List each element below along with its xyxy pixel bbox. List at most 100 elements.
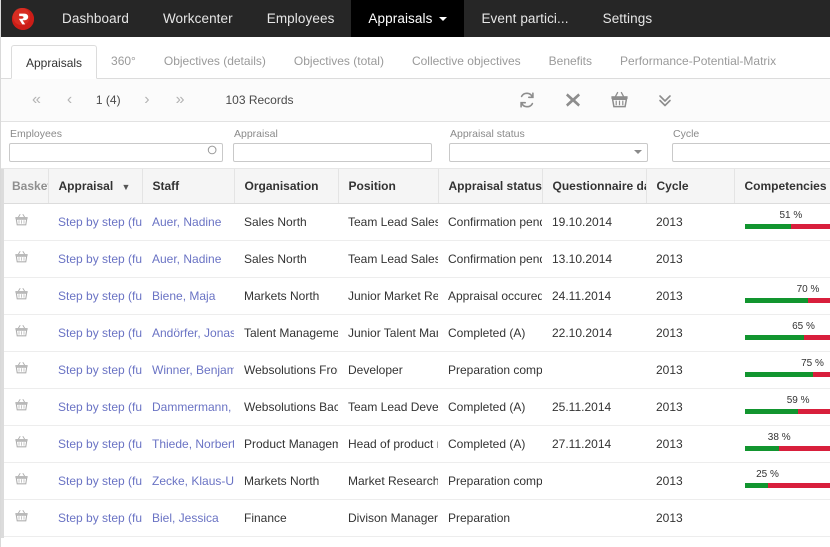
cell-appraisal[interactable]: Step by step (full) (48, 425, 142, 462)
cell-appraisal[interactable]: Step by step (full) (48, 240, 142, 277)
cell-staff[interactable]: Biel, Jessica (142, 499, 234, 536)
next-page-button[interactable]: › (131, 92, 162, 108)
table-row[interactable]: Step by step (full)Auer, NadineSales Nor… (4, 203, 830, 240)
basket-icon[interactable] (14, 250, 29, 267)
cell-staff-link[interactable]: Zecke, Klaus-Ulrich (152, 474, 234, 488)
text-input-appraisal[interactable] (233, 143, 432, 162)
column-header-appraisal[interactable]: Appraisal ▼ (48, 169, 142, 203)
last-page-button[interactable]: » (163, 92, 198, 108)
table-row[interactable]: Step by step (full)Zecke, Klaus-UlrichMa… (4, 462, 830, 499)
column-header-position[interactable]: Position (338, 169, 438, 203)
nav-item-event-participation[interactable]: Event partici... (464, 0, 585, 37)
first-page-button[interactable]: « (19, 92, 54, 108)
column-header-questionnaire-date[interactable]: Questionnaire date (542, 169, 646, 203)
table-row[interactable]: Step by step (full)Thiede, NorbertProduc… (4, 425, 830, 462)
text-input-cycle[interactable] (672, 143, 830, 162)
column-header-organisation[interactable]: Organisation (234, 169, 338, 203)
cell-appraisal-link[interactable]: Step by step (full) (58, 437, 142, 451)
cell-staff[interactable]: Winner, Benjamin (142, 351, 234, 388)
basket-icon[interactable] (14, 361, 29, 378)
tab-360[interactable]: 360° (97, 44, 150, 78)
cell-staff-link[interactable]: Thiede, Norbert (152, 437, 234, 451)
column-header-basket[interactable]: Basket (4, 169, 48, 203)
cell-staff[interactable]: Zecke, Klaus-Ulrich (142, 462, 234, 499)
basket-icon[interactable] (609, 90, 629, 110)
cell-basket[interactable] (4, 351, 48, 388)
cell-appraisal-link[interactable]: Step by step (full) (58, 363, 142, 377)
cell-staff-link[interactable]: Auer, Nadine (152, 252, 221, 266)
cell-appraisal-link[interactable]: Step by step (full) (58, 474, 142, 488)
cell-basket[interactable] (4, 203, 48, 240)
tab-collective-objectives[interactable]: Collective objectives (398, 44, 535, 78)
nav-item-appraisals[interactable]: Appraisals (351, 0, 464, 37)
cell-basket[interactable] (4, 425, 48, 462)
basket-icon[interactable] (14, 472, 29, 489)
delete-icon[interactable] (563, 90, 583, 110)
cell-staff[interactable]: Auer, Nadine (142, 203, 234, 240)
tab-benefits[interactable]: Benefits (535, 44, 606, 78)
cell-staff-link[interactable]: Biel, Jessica (152, 511, 219, 525)
cell-basket[interactable] (4, 240, 48, 277)
basket-icon[interactable] (14, 509, 29, 526)
nav-item-dashboard[interactable]: Dashboard (45, 0, 146, 37)
search-input-employees[interactable] (9, 143, 223, 162)
chevron-down-icon[interactable] (634, 150, 642, 154)
column-header-competencies[interactable]: Competencies (%) (734, 169, 830, 203)
cell-basket[interactable] (4, 499, 48, 536)
cell-staff-link[interactable]: Winner, Benjamin (152, 363, 234, 377)
cell-basket[interactable] (4, 314, 48, 351)
cell-appraisal[interactable]: Step by step (full) (48, 462, 142, 499)
basket-icon[interactable] (14, 213, 29, 230)
table-row[interactable]: Step by step (full)Winner, BenjaminWebso… (4, 351, 830, 388)
column-header-staff[interactable]: Staff (142, 169, 234, 203)
cell-appraisal[interactable]: Step by step (full) (48, 499, 142, 536)
brand-logo[interactable] (1, 0, 45, 37)
tab-appraisals[interactable]: Appraisals (11, 45, 97, 79)
cell-staff[interactable]: Thiede, Norbert (142, 425, 234, 462)
expand-icon[interactable] (655, 90, 675, 110)
cell-appraisal[interactable]: Step by step (full) (48, 314, 142, 351)
cell-staff[interactable]: Biene, Maja (142, 277, 234, 314)
nav-item-workcenter[interactable]: Workcenter (146, 0, 250, 37)
basket-icon[interactable] (14, 324, 29, 341)
nav-item-settings[interactable]: Settings (586, 0, 670, 37)
table-row[interactable]: Step by step (full)Dammermann, LenaWebso… (4, 388, 830, 425)
basket-icon[interactable] (14, 435, 29, 452)
cell-basket[interactable] (4, 277, 48, 314)
basket-icon[interactable] (14, 398, 29, 415)
cell-staff-link[interactable]: Andörfer, Jonas (152, 326, 234, 340)
nav-item-employees[interactable]: Employees (250, 0, 352, 37)
cell-appraisal-link[interactable]: Step by step (full) (58, 252, 142, 266)
table-row[interactable]: Step by step (full)Biene, MajaMarkets No… (4, 277, 830, 314)
basket-icon[interactable] (14, 287, 29, 304)
select-appraisal-status[interactable] (449, 143, 648, 162)
column-header-appraisal-status[interactable]: Appraisal status (438, 169, 542, 203)
table-row[interactable]: Step by step (full)Andörfer, JonasTalent… (4, 314, 830, 351)
cell-basket[interactable] (4, 462, 48, 499)
column-header-cycle[interactable]: Cycle (646, 169, 734, 203)
tab-objectives-total[interactable]: Objectives (total) (280, 44, 398, 78)
cell-staff-link[interactable]: Auer, Nadine (152, 215, 221, 229)
cell-staff-link[interactable]: Biene, Maja (152, 289, 215, 303)
cell-appraisal[interactable]: Step by step (full) (48, 277, 142, 314)
cell-staff-link[interactable]: Dammermann, Lena (152, 400, 234, 414)
cell-appraisal-link[interactable]: Step by step (full) (58, 215, 142, 229)
cell-appraisal-link[interactable]: Step by step (full) (58, 511, 142, 525)
cell-appraisal[interactable]: Step by step (full) (48, 388, 142, 425)
tab-objectives-details[interactable]: Objectives (details) (150, 44, 280, 78)
cell-appraisal-link[interactable]: Step by step (full) (58, 400, 142, 414)
search-icon[interactable] (207, 145, 218, 159)
cell-staff[interactable]: Auer, Nadine (142, 240, 234, 277)
cell-staff[interactable]: Dammermann, Lena (142, 388, 234, 425)
table-row[interactable]: Step by step (full)Auer, NadineSales Nor… (4, 240, 830, 277)
table-row[interactable]: Step by step (full)Biel, JessicaFinanceD… (4, 499, 830, 536)
cell-staff[interactable]: Andörfer, Jonas (142, 314, 234, 351)
cell-basket[interactable] (4, 388, 48, 425)
cell-appraisal[interactable]: Step by step (full) (48, 203, 142, 240)
cell-appraisal-link[interactable]: Step by step (full) (58, 326, 142, 340)
cell-appraisal-link[interactable]: Step by step (full) (58, 289, 142, 303)
previous-page-button[interactable]: ‹ (54, 92, 85, 108)
refresh-icon[interactable] (517, 90, 537, 110)
tab-performance-potential-matrix[interactable]: Performance-Potential-Matrix (606, 44, 790, 78)
cell-appraisal[interactable]: Step by step (full) (48, 351, 142, 388)
